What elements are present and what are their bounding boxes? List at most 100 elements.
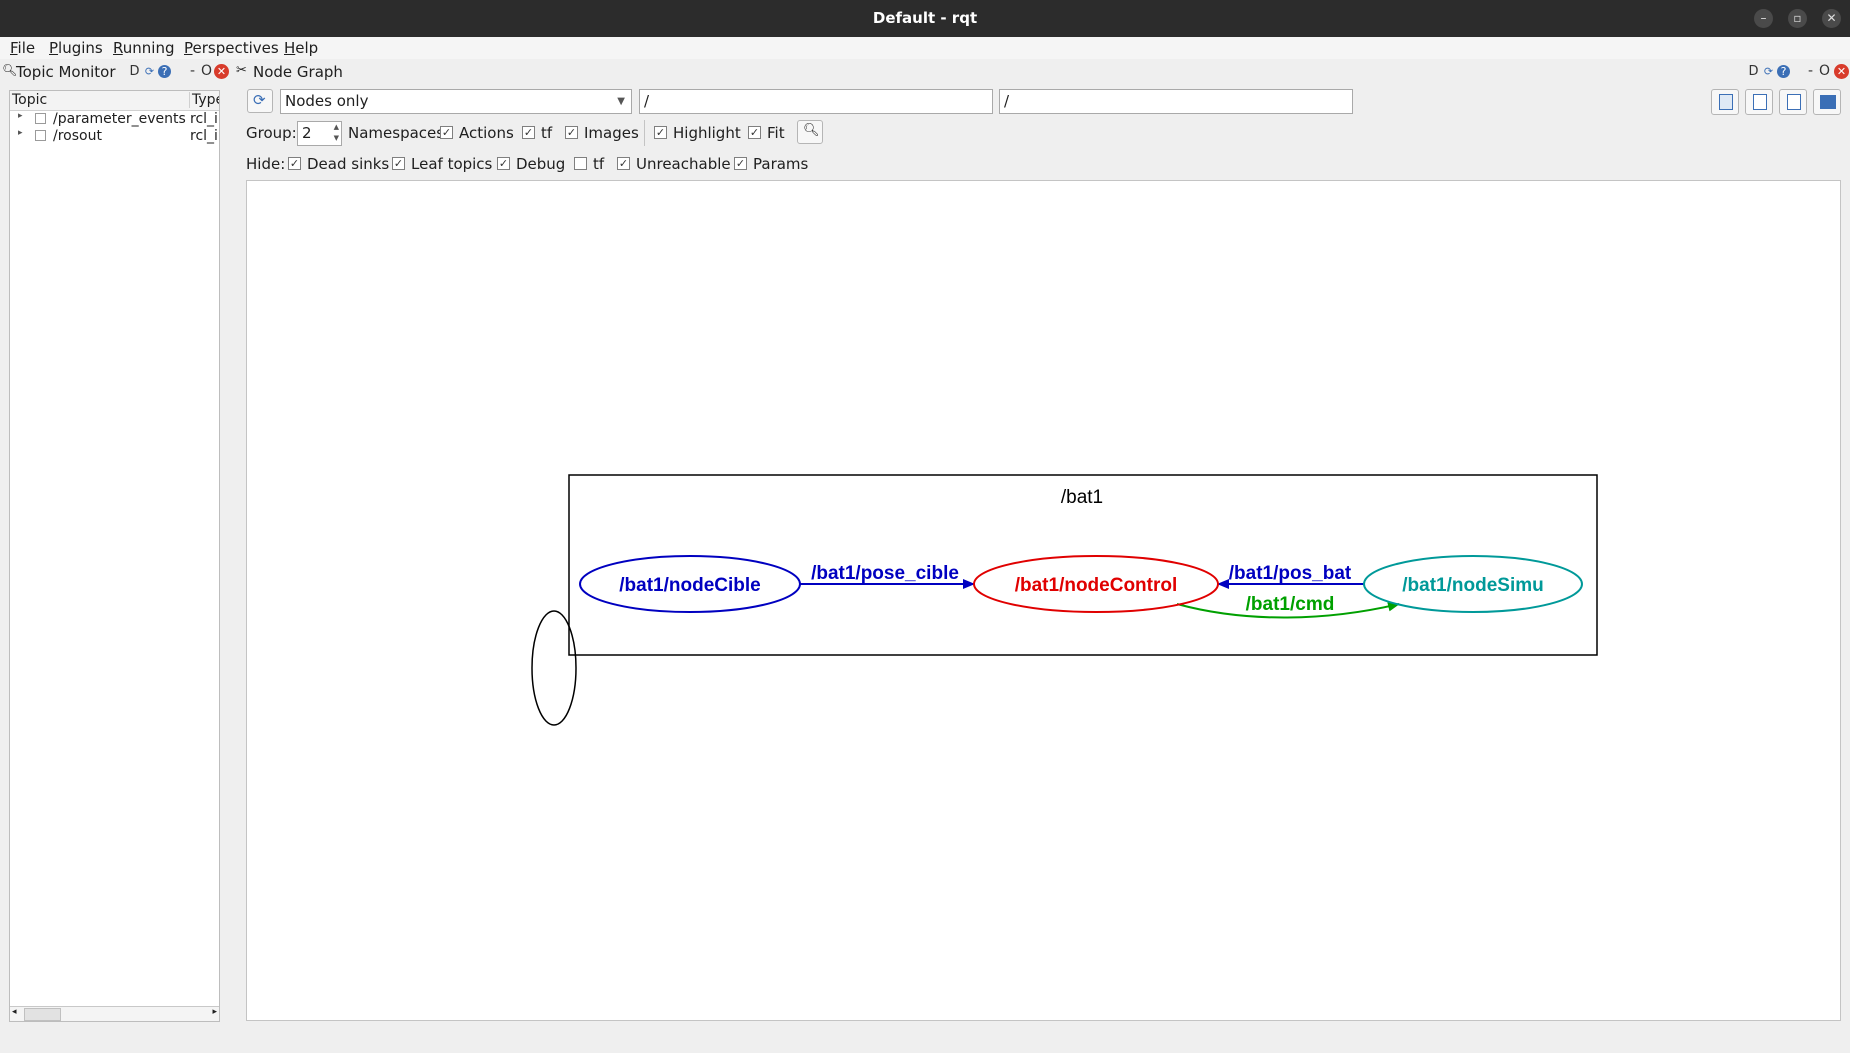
- params-label: Params: [753, 155, 809, 173]
- zoom-fit-icon: 🔍︎: [803, 123, 820, 138]
- unreachable-label: Unreachable: [636, 155, 731, 173]
- node-graph-close-icon[interactable]: ✕: [1834, 64, 1849, 79]
- magnifier-icon: 🔍︎: [2, 63, 18, 77]
- namespaces-label: Namespaces: [348, 124, 445, 142]
- topic-monitor-close-icon[interactable]: ✕: [214, 64, 229, 79]
- menu-plugins[interactable]: Plugins: [49, 39, 103, 57]
- close-window-icon[interactable]: ✕: [1822, 9, 1841, 28]
- load-dot-button[interactable]: [1711, 89, 1739, 115]
- group-spinbox[interactable]: 2 ▲ ▼: [297, 121, 342, 146]
- save-svg-button[interactable]: [1779, 89, 1807, 115]
- scroll-right-icon[interactable]: ▸: [212, 1007, 217, 1017]
- edge-label-pos-bat: /bat1/pos_bat: [1229, 563, 1352, 584]
- dead-sinks-label: Dead sinks: [307, 155, 390, 173]
- topic-monitor-minus-button[interactable]: -: [186, 64, 199, 78]
- save-dot-icon: [1753, 94, 1767, 110]
- topic-monitor-help-icon[interactable]: ?: [158, 65, 171, 78]
- topic-monitor-title: Topic Monitor: [16, 63, 116, 81]
- topic-row[interactable]: ▸ /rosout rcl_ir: [10, 128, 219, 145]
- topic-name: /parameter_events: [53, 111, 186, 127]
- highlight-label: Highlight: [673, 124, 741, 142]
- topic-monitor-reload-icon[interactable]: ⟳: [143, 65, 156, 78]
- node-graph-title: Node Graph: [253, 63, 343, 81]
- separator: [644, 120, 645, 146]
- unlabeled-node[interactable]: [531, 610, 577, 726]
- refresh-graph-button[interactable]: ⟳: [247, 89, 273, 113]
- node-cible-label: /bat1/nodeCible: [619, 575, 760, 596]
- node-graph-d-button[interactable]: D: [1747, 65, 1760, 78]
- hide-tf-checkbox[interactable]: [574, 157, 587, 170]
- group-value: 2: [302, 124, 312, 142]
- image-icon: [1820, 95, 1836, 109]
- namespace-filter-input[interactable]: /: [639, 89, 993, 114]
- scroll-left-icon[interactable]: ◂: [12, 1007, 17, 1017]
- highlight-checkbox[interactable]: ✓: [654, 126, 667, 139]
- node-simu-label: /bat1/nodeSimu: [1402, 575, 1543, 596]
- fit-checkbox[interactable]: ✓: [748, 126, 761, 139]
- save-dot-button[interactable]: [1745, 89, 1773, 115]
- window-title-bar: Default - rqt: [0, 0, 1850, 37]
- tf-label: tf: [541, 124, 553, 142]
- node-graph-minus-button[interactable]: -: [1804, 64, 1817, 78]
- debug-label: Debug: [516, 155, 566, 173]
- topic-type: rcl_ir: [190, 128, 219, 144]
- node-graph-reload-icon[interactable]: ⟳: [1762, 65, 1775, 78]
- topic-monitor-d-button[interactable]: D: [128, 65, 141, 78]
- menu-perspectives[interactable]: Perspectives: [184, 39, 279, 57]
- topic-row[interactable]: ▸ /parameter_events rcl_ir: [10, 111, 219, 128]
- dead-sinks-checkbox[interactable]: ✓: [288, 157, 301, 170]
- topic-checkbox[interactable]: [35, 130, 46, 141]
- save-svg-icon: [1787, 94, 1801, 110]
- topic-monitor-o-button[interactable]: O: [200, 64, 213, 78]
- topic-type: rcl_ir: [190, 111, 219, 127]
- window-title: Default - rqt: [872, 9, 978, 27]
- expand-arrow-icon[interactable]: ▸: [18, 128, 23, 138]
- graph-mode-value: Nodes only: [285, 92, 369, 110]
- topic-tree[interactable]: Topic Type ▸ /parameter_events rcl_ir ▸ …: [9, 90, 220, 1022]
- column-topic[interactable]: Topic: [12, 92, 47, 108]
- refresh-icon: ⟳: [253, 91, 266, 109]
- menu-file[interactable]: File: [10, 39, 35, 57]
- debug-checkbox[interactable]: ✓: [497, 157, 510, 170]
- topic-filter-input[interactable]: /: [999, 89, 1353, 114]
- leaf-topics-label: Leaf topics: [411, 155, 493, 173]
- cluster-label: /bat1: [1061, 487, 1103, 508]
- chevron-down-icon: ▼: [617, 96, 625, 107]
- fit-label: Fit: [767, 124, 785, 142]
- leaf-topics-checkbox[interactable]: ✓: [392, 157, 405, 170]
- expand-arrow-icon[interactable]: ▸: [18, 111, 23, 121]
- topic-name: /rosout: [53, 128, 102, 144]
- edge-label-cmd: /bat1/cmd: [1246, 594, 1335, 615]
- save-image-button[interactable]: [1813, 89, 1841, 115]
- menu-bar: File Plugins Running Perspectives Help: [0, 37, 1850, 59]
- namespaces-checkbox[interactable]: ✓: [440, 126, 453, 139]
- tf-checkbox[interactable]: ✓: [522, 126, 535, 139]
- restore-icon[interactable]: ▫: [1788, 9, 1807, 28]
- graph-mode-select[interactable]: Nodes only ▼: [280, 89, 632, 114]
- node-graph-help-icon[interactable]: ?: [1777, 65, 1790, 78]
- spin-arrows-icon[interactable]: ▲ ▼: [334, 122, 339, 144]
- hide-label: Hide:: [246, 155, 286, 173]
- menu-running[interactable]: Running: [113, 39, 174, 57]
- hide-tf-label: tf: [593, 155, 605, 173]
- minimize-icon[interactable]: –: [1754, 9, 1773, 28]
- scroll-thumb[interactable]: [24, 1008, 61, 1021]
- actions-label: Actions: [459, 124, 514, 142]
- group-label: Group:: [246, 124, 297, 142]
- ros-graph[interactable]: /bat1 /bat1/pose_cible /bat1/pos_bat /ba…: [247, 181, 1840, 1020]
- graph-canvas[interactable]: /bat1 /bat1/pose_cible /bat1/pos_bat /ba…: [246, 180, 1841, 1021]
- fit-in-view-button[interactable]: 🔍︎: [797, 120, 823, 144]
- topic-filter-value: /: [1004, 92, 1010, 110]
- topic-tree-header: Topic Type: [10, 91, 219, 111]
- column-type[interactable]: Type: [189, 92, 219, 108]
- horizontal-scrollbar[interactable]: ◂ ▸: [10, 1006, 219, 1021]
- images-label: Images: [584, 124, 639, 142]
- menu-help[interactable]: Help: [284, 39, 318, 57]
- folder-icon: [1719, 94, 1733, 110]
- params-checkbox[interactable]: ✓: [734, 157, 747, 170]
- wrench-icon: ✂: [236, 63, 247, 78]
- topic-checkbox[interactable]: [35, 113, 46, 124]
- unreachable-checkbox[interactable]: ✓: [617, 157, 630, 170]
- node-graph-o-button[interactable]: O: [1818, 64, 1831, 78]
- images-checkbox[interactable]: ✓: [565, 126, 578, 139]
